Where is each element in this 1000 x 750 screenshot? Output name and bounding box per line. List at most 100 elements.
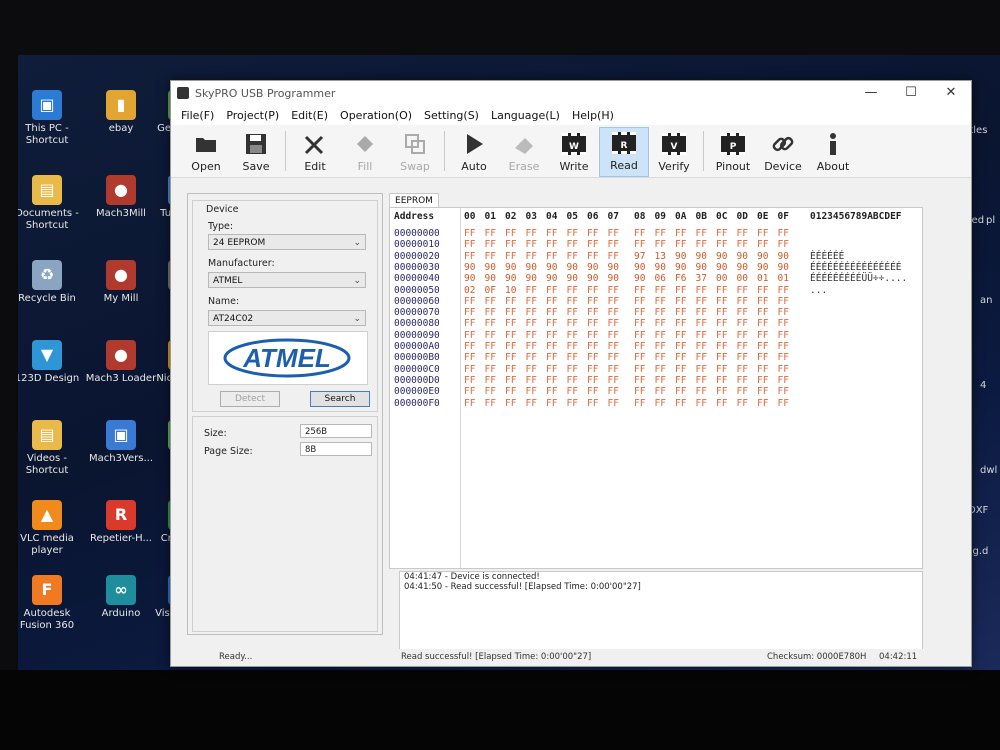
- device-button[interactable]: Device: [758, 127, 808, 177]
- pinout-button[interactable]: P Pinout: [708, 127, 758, 177]
- hex-row[interactable]: 000000A0 FF FF FF FF FF FF FF FF FF FF FF FF FF FF FF FF: [390, 341, 922, 352]
- open-button[interactable]: Open: [181, 127, 231, 177]
- desktop-icon[interactable]: ▲ VLC media player: [18, 500, 84, 557]
- hex-byte: FF: [464, 250, 476, 262]
- edit-button[interactable]: Edit: [290, 127, 340, 177]
- menu-setting[interactable]: Setting(S): [418, 109, 485, 122]
- hex-byte: FF: [525, 374, 537, 386]
- desktop-icon-label: This PC - Shortcut: [25, 123, 69, 146]
- hex-byte: FF: [654, 295, 666, 307]
- hex-byte: 90: [695, 250, 707, 262]
- hex-byte: 90: [757, 250, 769, 262]
- hex-row[interactable]: 00000040 90 90 90 90 90 90 90 90 90 06 F6 37 00 00 01 01…: [390, 273, 922, 284]
- hex-byte: 90: [777, 261, 789, 273]
- hex-row[interactable]: 00000030 90 90 90 90 90 90 90 90 90 90 90 90 90 90 90 90…: [390, 262, 922, 273]
- hex-byte: FF: [675, 307, 687, 319]
- hex-row[interactable]: 00000020 FF FF FF FF FF FF FF FF 97 13 90 90 90 90 90 90…: [390, 251, 922, 262]
- desktop-app-icon: ▮: [106, 90, 136, 120]
- hex-byte: FF: [695, 295, 707, 307]
- hex-editor[interactable]: Address 00 01 02 03 04 05 06 07 08 09 0A 0B 0C 0D 0E 0F 0…: [389, 207, 923, 569]
- menu-project[interactable]: Project(P): [220, 109, 285, 122]
- swap-button[interactable]: Swap: [390, 127, 440, 177]
- hex-row[interactable]: 00000010 FF FF FF FF FF FF FF FF FF FF FF FF FF FF FF FF: [390, 239, 922, 250]
- hex-byte: FF: [525, 228, 537, 239]
- name-select[interactable]: AT24C02 ⌄: [208, 310, 366, 326]
- desktop-app-icon: ♻: [32, 260, 62, 290]
- hex-byte: 10: [505, 284, 517, 296]
- hex-byte: 90: [777, 250, 789, 262]
- type-label: Type:: [208, 221, 234, 232]
- hex-row[interactable]: 000000C0 FF FF FF FF FF FF FF FF FF FF FF FF FF FF FF FF: [390, 364, 922, 375]
- hex-byte: 90: [484, 273, 496, 285]
- monitor-bezel: [0, 670, 1000, 750]
- minimize-icon[interactable]: —: [851, 81, 891, 105]
- hex-byte: FF: [464, 329, 476, 341]
- desktop-icon-fragment[interactable]: an: [980, 295, 992, 306]
- hex-byte: FF: [525, 284, 537, 296]
- erase-button[interactable]: Erase: [499, 127, 549, 177]
- desktop-icon[interactable]: F Autodesk Fusion 360: [18, 575, 84, 632]
- erase-label: Erase: [508, 160, 540, 173]
- auto-button[interactable]: Auto: [449, 127, 499, 177]
- hex-byte: FF: [607, 284, 619, 296]
- maximize-icon[interactable]: ☐: [891, 81, 931, 105]
- desktop-icon-fragment[interactable]: 4: [980, 380, 986, 391]
- column-header: 0B: [695, 211, 707, 222]
- hex-byte: FF: [505, 329, 517, 341]
- hex-byte: FF: [634, 228, 646, 239]
- read-button[interactable]: R Read: [599, 127, 649, 177]
- hex-byte: FF: [757, 397, 769, 409]
- hex-row[interactable]: 00000070 FF FF FF FF FF FF FF FF FF FF FF FF FF FF FF FF: [390, 307, 922, 318]
- desktop-icon[interactable]: ▼ 123D Design: [18, 340, 84, 385]
- hex-byte: FF: [777, 284, 789, 296]
- search-button[interactable]: Search: [310, 391, 370, 407]
- desktop-icon[interactable]: ▣ This PC - Shortcut: [18, 90, 84, 147]
- hex-row[interactable]: 00000060 FF FF FF FF FF FF FF FF FF FF FF FF FF FF FF FF: [390, 296, 922, 307]
- desktop-icon-fragment[interactable]: dwl: [980, 465, 997, 476]
- hex-row[interactable]: 00000080 FF FF FF FF FF FF FF FF FF FF FF FF FF FF FF FF: [390, 318, 922, 329]
- desktop-icon[interactable]: ▤ Documents - Shortcut: [18, 175, 84, 232]
- menu-help[interactable]: Help(H): [566, 109, 620, 122]
- row-address: 00000040: [394, 273, 440, 285]
- close-icon[interactable]: ✕: [931, 81, 971, 105]
- hex-byte: FF: [675, 397, 687, 409]
- write-button[interactable]: W Write: [549, 127, 599, 177]
- desktop-app-icon: F: [32, 575, 62, 605]
- hex-byte: FF: [525, 318, 537, 330]
- hex-byte: FF: [566, 295, 578, 307]
- hex-row[interactable]: 000000F0 FF FF FF FF FF FF FF FF FF FF FF FF FF FF FF FF: [390, 398, 922, 409]
- hex-row[interactable]: 00000050 02 0F 10 FF FF FF FF FF FF FF FF FF FF FF FF FF…: [390, 285, 922, 296]
- hex-byte: FF: [675, 386, 687, 398]
- manufacturer-select[interactable]: ATMEL ⌄: [208, 272, 366, 288]
- hex-byte: FF: [505, 307, 517, 319]
- row-address: 000000C0: [394, 363, 440, 375]
- hex-byte: FF: [736, 318, 748, 330]
- hex-row[interactable]: 000000D0 FF FF FF FF FF FF FF FF FF FF FF FF FF FF FF FF: [390, 375, 922, 386]
- about-button[interactable]: About: [808, 127, 858, 177]
- menu-file[interactable]: File(F): [175, 109, 220, 122]
- hex-byte: FF: [546, 352, 558, 364]
- hex-row[interactable]: 000000E0 FF FF FF FF FF FF FF FF FF FF FF FF FF FF FF FF: [390, 386, 922, 397]
- hex-byte: FF: [546, 374, 558, 386]
- tab-eeprom[interactable]: EEPROM: [389, 193, 439, 208]
- type-select[interactable]: 24 EEPROM ⌄: [208, 234, 366, 250]
- hex-row[interactable]: 000000B0 FF FF FF FF FF FF FF FF FF FF FF FF FF FF FF FF: [390, 352, 922, 363]
- hex-byte: 0F: [484, 284, 496, 296]
- desktop-icon[interactable]: ♻ Recycle Bin: [18, 260, 84, 305]
- save-button[interactable]: Save: [231, 127, 281, 177]
- desktop-icon[interactable]: ▤ Videos - Shortcut: [18, 420, 84, 477]
- hex-row[interactable]: 00000090 FF FF FF FF FF FF FF FF FF FF FF FF FF FF FF FF: [390, 330, 922, 341]
- hex-byte: FF: [695, 239, 707, 251]
- hex-row[interactable]: 00000000 FF FF FF FF FF FF FF FF FF FF FF FF FF FF FF FF: [390, 228, 922, 239]
- title-bar[interactable]: SkyPRO USB Programmer — ☐ ✕: [171, 81, 971, 105]
- fill-button[interactable]: Fill: [340, 127, 390, 177]
- menu-language[interactable]: Language(L): [485, 109, 566, 122]
- detect-button[interactable]: Detect: [220, 391, 280, 407]
- status-message: Read successful! [Elapsed Time: 0:00'00"…: [401, 652, 592, 662]
- menu-edit[interactable]: Edit(E): [285, 109, 334, 122]
- desktop-icon-fragment[interactable]: pl: [986, 215, 995, 226]
- hex-byte: FF: [546, 284, 558, 296]
- desktop-icon-label: Arduino: [101, 608, 141, 619]
- menu-operation[interactable]: Operation(O): [334, 109, 418, 122]
- verify-button[interactable]: V Verify: [649, 127, 699, 177]
